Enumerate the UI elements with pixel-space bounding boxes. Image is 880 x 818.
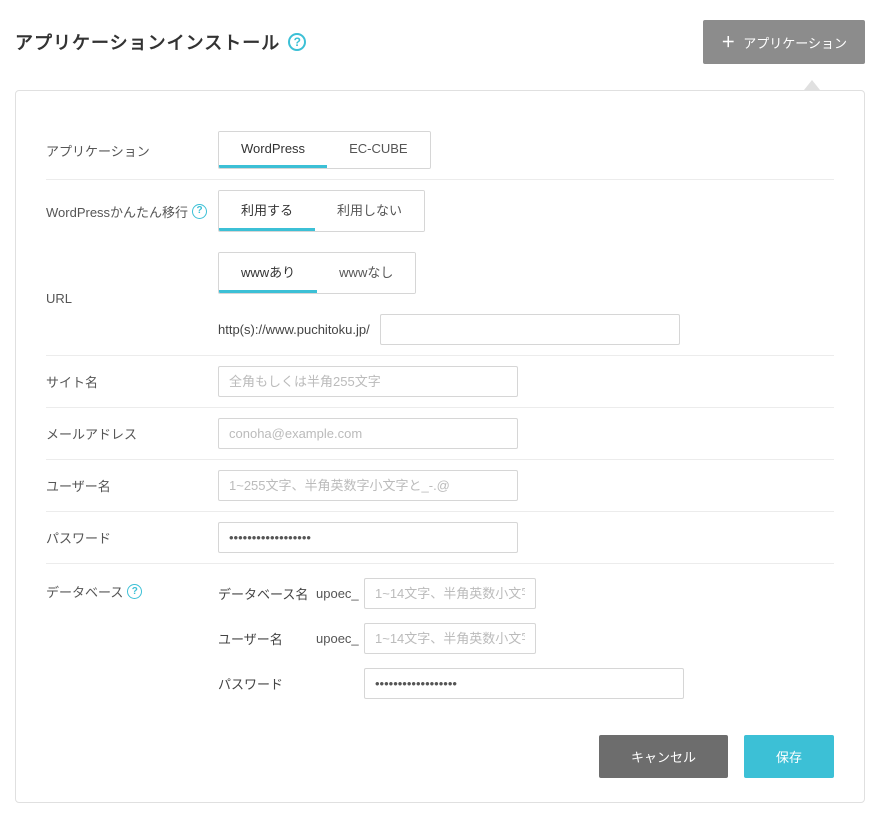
- db-name-prefix: upoec_: [316, 586, 364, 601]
- url-www-option-without[interactable]: wwwなし: [317, 253, 415, 293]
- wp-migration-segmented: 利用する 利用しない: [218, 190, 425, 232]
- site-name-label: サイト名: [46, 372, 218, 391]
- db-password-input[interactable]: [364, 668, 684, 699]
- help-icon[interactable]: ?: [288, 33, 306, 51]
- db-user-label: ユーザー名: [218, 629, 316, 648]
- wp-migration-option-notuse[interactable]: 利用しない: [315, 191, 424, 231]
- email-input[interactable]: [218, 418, 518, 449]
- site-name-input[interactable]: [218, 366, 518, 397]
- password-label: パスワード: [46, 528, 218, 547]
- application-option-wordpress[interactable]: WordPress: [219, 132, 327, 168]
- add-application-label: アプリケーション: [743, 33, 847, 52]
- add-application-button[interactable]: ＋ アプリケーション: [703, 20, 865, 64]
- username-label: ユーザー名: [46, 476, 218, 495]
- db-name-label: データベース名: [218, 584, 316, 603]
- install-form-panel: アプリケーション WordPress EC-CUBE WordPressかんたん…: [15, 90, 865, 803]
- username-input[interactable]: [218, 470, 518, 501]
- cancel-button[interactable]: キャンセル: [599, 735, 728, 778]
- help-icon[interactable]: ?: [127, 584, 142, 599]
- page-title: アプリケーションインストール: [15, 29, 280, 55]
- email-label: メールアドレス: [46, 424, 218, 443]
- db-name-input[interactable]: [364, 578, 536, 609]
- url-prefix-text: http(s)://www.puchitoku.jp/: [218, 322, 370, 337]
- url-label: URL: [46, 291, 218, 306]
- wp-migration-option-use[interactable]: 利用する: [219, 191, 315, 231]
- db-user-input[interactable]: [364, 623, 536, 654]
- application-option-eccube[interactable]: EC-CUBE: [327, 132, 430, 168]
- db-user-prefix: upoec_: [316, 631, 364, 646]
- password-input[interactable]: [218, 522, 518, 553]
- application-segmented: WordPress EC-CUBE: [218, 131, 431, 169]
- db-password-label: パスワード: [218, 674, 316, 693]
- url-www-segmented: wwwあり wwwなし: [218, 252, 416, 294]
- save-button[interactable]: 保存: [744, 735, 834, 778]
- application-label: アプリケーション: [46, 141, 218, 160]
- url-www-option-with[interactable]: wwwあり: [219, 253, 317, 293]
- help-icon[interactable]: ?: [192, 204, 207, 219]
- url-path-input[interactable]: [380, 314, 680, 345]
- wp-migration-label: WordPressかんたん移行: [46, 202, 188, 221]
- database-label: データベース: [46, 582, 123, 601]
- plus-icon: ＋: [721, 32, 735, 52]
